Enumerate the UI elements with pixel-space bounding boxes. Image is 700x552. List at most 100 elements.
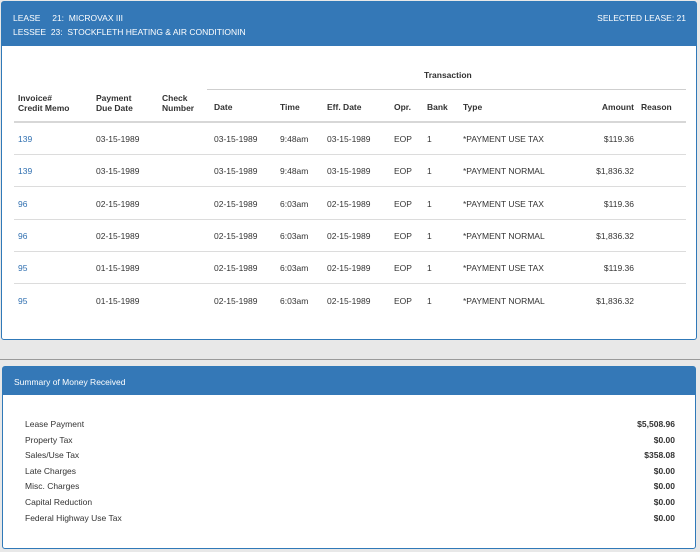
lessee-name: STOCKFLETH HEATING & AIR CONDITIONIN [67,27,246,37]
amount-cell: $1,836.32 [596,295,634,306]
eff-date-cell: 02-15-1989 [327,230,371,241]
time-cell: 6:03am [280,295,309,306]
opr-cell: EOP [394,230,412,241]
invoice-link[interactable]: 95 [18,296,27,306]
lease-number: 21: [52,13,65,23]
opr-cell: EOP [394,134,412,144]
invoice-link[interactable]: 139 [18,134,32,144]
time-cell: 6:03am [280,198,309,209]
amount-cell: $1,836.32 [596,230,634,241]
col-header-reason: Reason [641,102,672,112]
col-header-check-line2: Number [162,103,195,113]
due-date-cell: 02-15-1989 [96,230,140,241]
date-cell: 03-15-1989 [214,134,258,144]
lease-header: LEASE 21: MICROVAX III LESSEE 23: STOCKF… [2,2,696,46]
summary-value: $0.00 [653,512,675,523]
table-row: 96 02-15-1989 02-15-1989 6:03am 02-15-1989 EO… [14,220,686,252]
amount-cell: $119.36 [603,134,634,144]
summary-value: $5,508.96 [637,419,675,429]
col-header-amount: Amount [601,102,634,112]
opr-cell: EOP [394,198,412,209]
lease-name: MICROVAX III [68,13,123,23]
due-date-cell: 03-15-1989 [96,134,140,144]
summary-label: Federal Highway Use Tax [25,512,122,523]
summary-value: $0.00 [653,434,675,445]
lease-label: LEASE [13,13,41,23]
time-cell: 6:03am [280,263,309,274]
col-header-date: Date [214,102,233,112]
opr-cell: EOP [394,263,412,274]
summary-value: $0.00 [653,497,675,507]
invoice-link[interactable]: 96 [18,231,27,241]
table-row: 139 03-15-1989 03-15-1989 9:48am 03-15-1989 E… [14,123,686,155]
type-cell: *PAYMENT USE TAX [463,198,544,209]
summary-title: Summary of Money Received [14,377,126,387]
summary-row: Capital Reduction $0.00 [25,497,675,512]
lessee-label: LESSEE [13,27,47,37]
date-cell: 02-15-1989 [214,198,258,209]
bank-cell: 1 [427,230,432,241]
invoice-link[interactable]: 139 [18,166,32,176]
col-header-time: Time [280,102,300,112]
table-row: 95 01-15-1989 02-15-1989 6:03am 02-15-1989 EO… [14,252,686,285]
summary-label: Misc. Charges [25,481,80,492]
table-row: 139 03-15-1989 03-15-1989 9:48am 03-15-1989 E… [14,155,686,188]
eff-date-cell: 03-15-1989 [327,134,371,144]
col-header-payment-due: Payment Due Date [96,93,133,113]
type-cell: *PAYMENT NORMAL [463,230,545,241]
eff-date-cell: 03-15-1989 [327,166,371,177]
summary-value: $358.08 [644,450,675,461]
col-header-type: Type [463,102,483,112]
summary-row: Misc. Charges $0.00 [25,481,675,496]
type-cell: *PAYMENT NORMAL [463,166,545,177]
lease-line: LEASE 21: MICROVAX III [13,13,123,23]
eff-date-cell: 02-15-1989 [327,198,371,209]
amount-cell: $1,836.32 [596,166,634,177]
transaction-group-rule [207,89,686,90]
transaction-group-header: Transaction [424,70,472,80]
summary-value: $0.00 [653,481,675,492]
bank-cell: 1 [427,263,432,274]
bank-cell: 1 [427,166,432,177]
summary-label: Property Tax [25,434,73,445]
bank-cell: 1 [427,295,432,306]
col-header-invoice-line1: Invoice# [18,93,53,103]
summary-header: Summary of Money Received [3,367,695,395]
time-cell: 9:48am [280,166,309,177]
time-cell: 9:48am [280,134,309,144]
summary-label: Capital Reduction [25,497,93,507]
summary-label: Lease Payment [25,419,85,429]
summary-row: Late Charges $0.00 [25,466,675,481]
summary-value: $0.00 [653,465,675,476]
amount-cell: $119.36 [603,263,634,274]
col-header-invoice-line2: Credit Memo [18,103,70,113]
type-cell: *PAYMENT NORMAL [463,295,545,306]
transactions-panel: LEASE 21: MICROVAX III LESSEE 23: STOCKF… [1,1,697,340]
col-header-invoice: Invoice# Credit Memo [18,93,69,113]
date-cell: 02-15-1989 [214,295,258,306]
invoice-link[interactable]: 96 [18,199,27,209]
eff-date-cell: 02-15-1989 [327,263,371,274]
summary-label: Late Charges [25,465,77,476]
due-date-cell: 03-15-1989 [96,166,140,177]
panel-divider [0,359,700,360]
lessee-number: 23: [50,27,63,37]
lessee-line: LESSEE 23: STOCKFLETH HEATING & AIR COND… [13,27,246,37]
summary-row: Federal Highway Use Tax $0.00 [25,513,675,528]
type-cell: *PAYMENT USE TAX [463,263,544,274]
due-date-cell: 01-15-1989 [96,295,140,306]
table-row: 95 01-15-1989 02-15-1989 6:03am 02-15-1989 EO… [14,285,686,317]
invoice-link[interactable]: 95 [18,263,27,273]
col-header-payment-line1: Payment [96,93,132,103]
bank-cell: 1 [427,134,432,144]
summary-row: Property Tax $0.00 [25,435,675,450]
col-header-check-line1: Check [162,93,188,103]
eff-date-cell: 02-15-1989 [327,295,371,306]
summary-label: Sales/Use Tax [25,450,80,461]
time-cell: 6:03am [280,230,309,241]
opr-cell: EOP [394,166,412,177]
type-cell: *PAYMENT USE TAX [463,134,544,144]
amount-cell: $119.36 [603,198,634,209]
col-header-opr: Opr. [394,102,412,112]
col-header-check-number: Check Number [162,93,194,113]
